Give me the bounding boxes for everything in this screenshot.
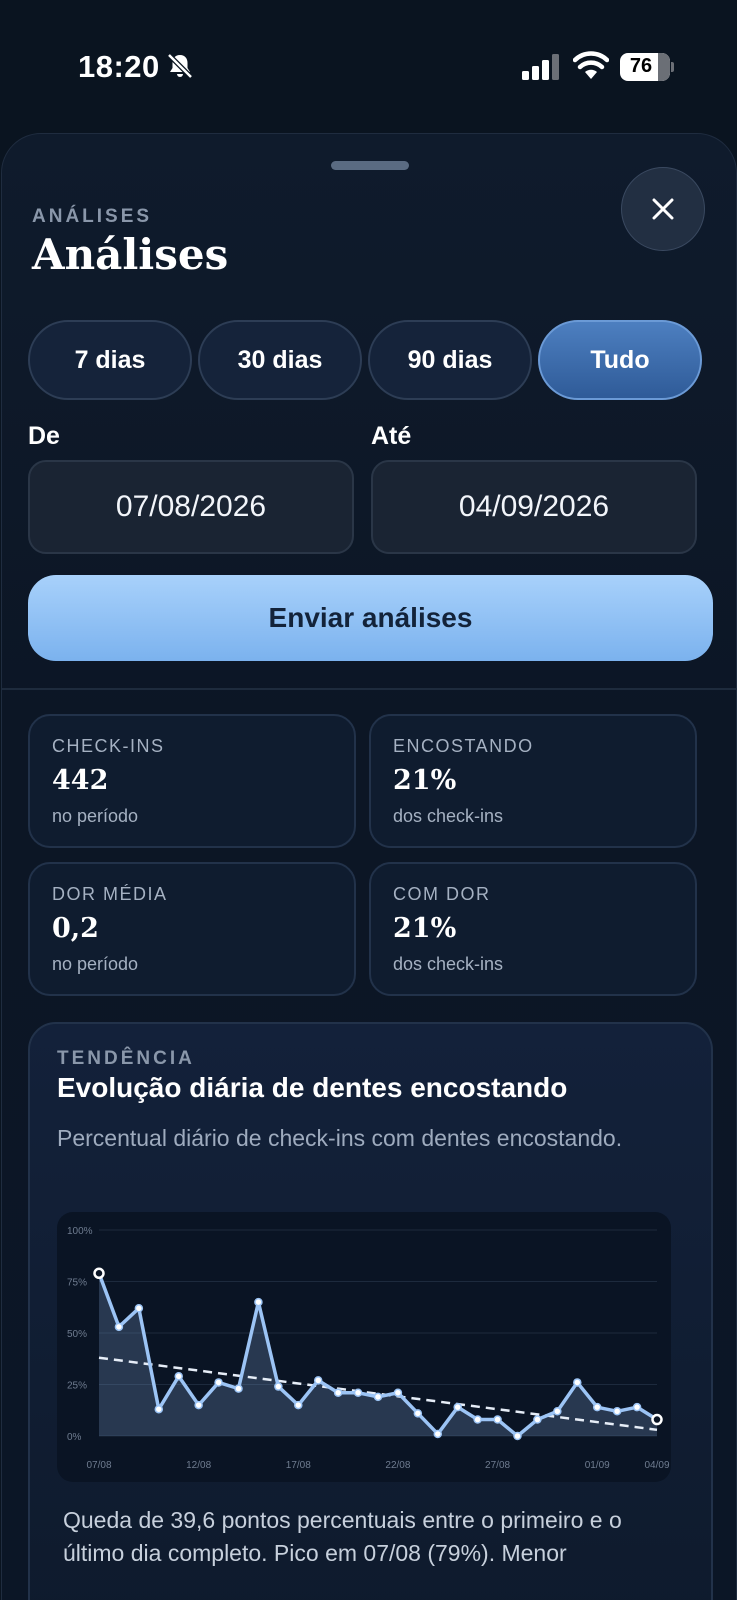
stat-value: 0,2 [52,913,99,944]
stat-sub: dos check-ins [393,806,504,826]
data-point [453,1402,462,1412]
sheet-eyebrow: ANÁLISES [32,206,153,227]
stat-label: CHECK-INS [52,736,165,756]
data-point [651,1413,663,1426]
data-point [553,1407,562,1416]
data-point [174,1372,183,1381]
data-point [254,1297,263,1307]
to-date-field[interactable]: 04/09/2026 [371,460,697,554]
data-point [513,1431,522,1441]
trend-chart: 100% 75% 50% 25% 0% 07/08 12/08 17/08 22/08 27/08… [57,1212,671,1482]
data-point [473,1415,482,1424]
data-point [214,1378,223,1387]
trend-chart-svg: 100% 75% 50% 25% 0% 07/08 12/08 17/08 22/08 27/08… [67,1226,670,1471]
tab-30-dias[interactable]: 30 dias [198,320,362,400]
trend-summary: Queda de 39,6 pontos percentuais entre o… [63,1507,622,1566]
cellular-signal-icon [522,54,559,80]
x-tick-label: 22/08 [385,1460,410,1471]
x-tick-label: 17/08 [286,1460,311,1471]
send-analytics-button[interactable]: Enviar análises [28,575,713,661]
tab-tudo[interactable]: Tudo [538,320,702,400]
wifi-icon [573,51,609,79]
close-button[interactable] [621,167,705,251]
stat-value: 21% [393,913,457,944]
stat-value: 442 [52,765,109,796]
series-area [99,1273,657,1436]
x-tick-label: 01/09 [585,1460,610,1471]
stat-card-encostando: ENCOSTANDO 21% dos check-ins [369,714,697,848]
stat-value: 21% [393,765,457,796]
data-point [612,1407,622,1416]
data-point [154,1404,164,1414]
close-icon [652,198,674,220]
stat-label: COM DOR [393,884,491,904]
tab-7-dias[interactable]: 7 dias [28,320,192,400]
range-tabs: 7 dias 30 dias 90 dias Tudo [28,320,713,400]
data-point [353,1388,363,1397]
tab-90-dias[interactable]: 90 dias [368,320,532,400]
y-tick-label: 0% [67,1432,82,1443]
data-point [234,1384,243,1393]
trend-eyebrow: TENDÊNCIA [57,1048,195,1069]
data-point [313,1376,323,1385]
data-point [632,1402,642,1412]
data-point [433,1429,443,1439]
page-title: Análises [32,230,229,279]
status-bar: 18:20 76 [0,0,737,130]
stat-label: ENCOSTANDO [393,736,534,756]
section-divider [2,688,737,690]
data-point [592,1402,602,1412]
stat-card-checkins: CHECK-INS 442 no período [28,714,356,848]
data-point [533,1415,542,1424]
status-time: 18:20 [78,49,160,84]
data-point [393,1388,403,1397]
from-date-field[interactable]: 07/08/2026 [28,460,354,554]
bell-slash-icon [167,53,193,79]
x-tick-label: 12/08 [186,1460,211,1471]
x-tick-label: 07/08 [86,1460,111,1471]
data-point [493,1415,502,1424]
to-label: Até [371,422,412,450]
battery-icon: 76 [620,53,674,81]
x-tick-label: 04/09 [644,1460,669,1471]
y-tick-label: 25% [67,1381,87,1392]
trend-card: TENDÊNCIA Evolução diária de dentes enco… [28,1022,713,1600]
trend-subtitle: Percentual diário de check-ins com dente… [57,1125,623,1151]
data-point [413,1409,423,1418]
data-point [573,1378,582,1387]
y-tick-label: 100% [67,1226,93,1237]
data-point [333,1388,343,1397]
data-point [274,1382,283,1391]
trend-title: Evolução diária de dentes encostando [57,1072,568,1103]
data-point [194,1400,203,1410]
stat-label: DOR MÉDIA [52,884,168,904]
battery-level: 76 [629,55,653,77]
x-tick-label: 27/08 [485,1460,510,1471]
stat-sub: no período [52,954,139,974]
stat-card-dor-media: DOR MÉDIA 0,2 no período [28,862,356,996]
data-point [134,1304,144,1313]
from-label: De [28,422,60,450]
stat-card-com-dor: COM DOR 21% dos check-ins [369,862,697,996]
stat-sub: no período [52,806,139,826]
data-point [93,1267,105,1280]
y-tick-label: 75% [67,1278,87,1289]
sheet-grabber[interactable] [331,161,409,170]
stat-sub: dos check-ins [393,954,504,974]
data-point [294,1400,303,1410]
analytics-sheet: ANÁLISES Análises 7 dias 30 dias 90 dias… [1,133,737,1600]
data-point [114,1322,124,1332]
y-tick-label: 50% [67,1329,87,1340]
data-point [373,1392,383,1402]
